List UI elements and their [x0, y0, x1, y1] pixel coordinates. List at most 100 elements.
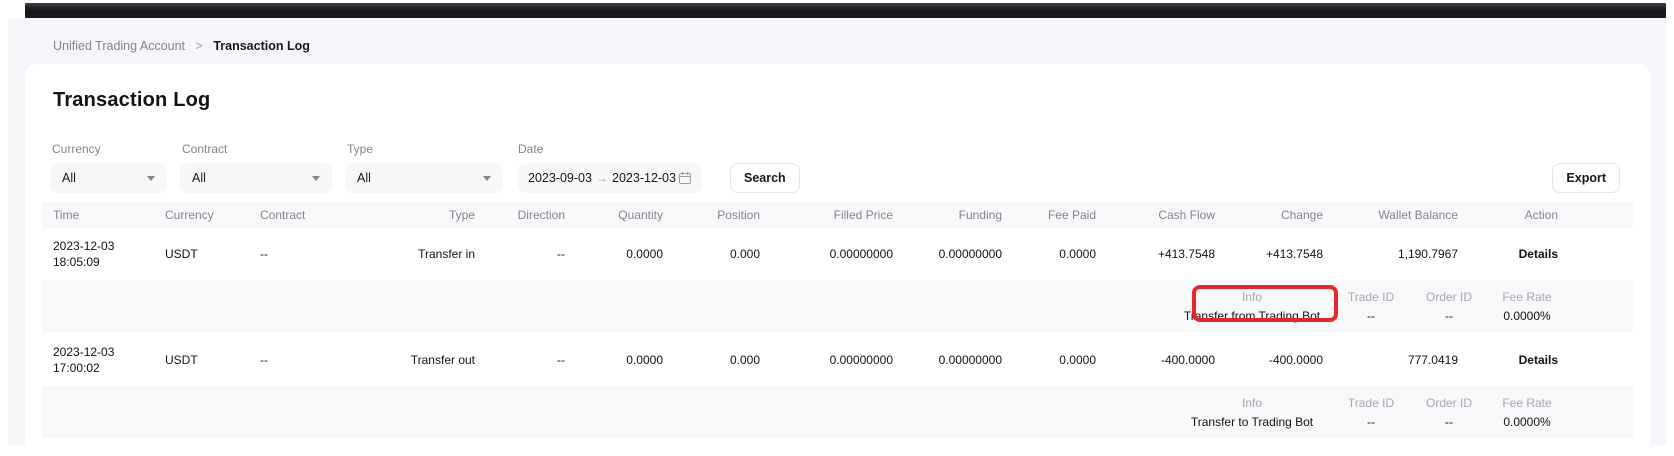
cell-direction: --	[475, 246, 565, 262]
cell-position: 0.000	[663, 352, 760, 368]
cell-contract: --	[260, 246, 360, 262]
breadcrumb: Unified Trading Account > Transaction Lo…	[53, 39, 310, 53]
info-label: Fee Rate	[1488, 396, 1566, 410]
chevron-down-icon	[312, 176, 320, 181]
info-label: Fee Rate	[1488, 290, 1566, 304]
info-col-trade-id: Trade ID --	[1332, 396, 1410, 429]
info-label: Trade ID	[1332, 290, 1410, 304]
column-header-contract: Contract	[260, 208, 360, 222]
cell-cash_flow: +413.7548	[1096, 246, 1215, 262]
cell-change: -400.0000	[1215, 352, 1323, 368]
cell-quantity: 0.0000	[565, 246, 663, 262]
table-row: 2023-12-0317:00:02USDT--Transfer out--0.…	[42, 334, 1633, 386]
export-button[interactable]: Export	[1552, 163, 1620, 193]
chevron-down-icon	[147, 176, 155, 181]
currency-filter: Currency All	[50, 142, 167, 193]
cell-type: Transfer out	[360, 352, 475, 368]
arrow-right-icon: →	[596, 171, 608, 185]
cell-position: 0.000	[663, 246, 760, 262]
cell-funding: 0.00000000	[893, 246, 1002, 262]
column-header-action: Action	[1458, 208, 1633, 222]
cell-time: 2023-12-0317:00:02	[42, 344, 165, 376]
type-filter-label: Type	[345, 142, 503, 156]
info-col-fee-rate: Fee Rate 0.0000%	[1488, 290, 1566, 323]
transaction-table: TimeCurrencyContractTypeDirectionQuantit…	[42, 202, 1633, 438]
contract-filter: Contract All	[180, 142, 332, 193]
date-start-value: 2023-09-03	[528, 171, 592, 185]
cell-contract: --	[260, 352, 360, 368]
info-label: Trade ID	[1332, 396, 1410, 410]
column-header-position: Position	[663, 208, 760, 222]
calendar-icon	[678, 171, 692, 185]
cell-action[interactable]: Details	[1458, 352, 1633, 368]
column-header-filled_price: Filled Price	[760, 208, 893, 222]
info-row: InfoTransfer from Trading BotTrade ID--O…	[42, 280, 1633, 332]
currency-filter-label: Currency	[50, 142, 167, 156]
column-header-currency: Currency	[165, 208, 260, 222]
table-header-row: TimeCurrencyContractTypeDirectionQuantit…	[42, 202, 1633, 228]
type-filter: Type All	[345, 142, 503, 193]
column-header-direction: Direction	[475, 208, 565, 222]
info-value: Transfer to Trading Bot	[1172, 415, 1332, 429]
page-title: Transaction Log	[53, 88, 1622, 112]
breadcrumb-separator-icon: >	[196, 39, 203, 53]
info-value: --	[1410, 415, 1488, 429]
cell-time: 2023-12-0318:05:09	[42, 238, 165, 270]
cell-currency: USDT	[165, 246, 260, 262]
contract-select-value: All	[192, 171, 206, 185]
info-col-order-id: Order ID --	[1410, 396, 1488, 429]
contract-filter-label: Contract	[180, 142, 332, 156]
info-label: Order ID	[1410, 396, 1488, 410]
table-row: 2023-12-0318:05:09USDT--Transfer in--0.0…	[42, 228, 1633, 280]
breadcrumb-parent-link[interactable]: Unified Trading Account	[53, 39, 185, 53]
cell-wallet_balance: 1,190.7967	[1323, 246, 1458, 262]
table-body: 2023-12-0318:05:09USDT--Transfer in--0.0…	[42, 228, 1633, 438]
info-row: InfoTransfer to Trading BotTrade ID--Ord…	[42, 386, 1633, 438]
info-col-order-id: Order ID --	[1410, 290, 1488, 323]
column-header-cash_flow: Cash Flow	[1096, 208, 1215, 222]
info-col-fee-rate: Fee Rate 0.0000%	[1488, 396, 1566, 429]
cell-filled_price: 0.00000000	[760, 246, 893, 262]
column-header-change: Change	[1215, 208, 1323, 222]
cell-quantity: 0.0000	[565, 352, 663, 368]
top-bar	[25, 3, 1666, 18]
cell-direction: --	[475, 352, 565, 368]
column-header-fee_paid: Fee Paid	[1002, 208, 1096, 222]
cell-fee_paid: 0.0000	[1002, 246, 1096, 262]
date-filter-label: Date	[516, 142, 702, 156]
cell-fee_paid: 0.0000	[1002, 352, 1096, 368]
column-header-wallet_balance: Wallet Balance	[1323, 208, 1458, 222]
column-header-quantity: Quantity	[565, 208, 663, 222]
cell-type: Transfer in	[360, 246, 475, 262]
info-value: --	[1410, 309, 1488, 323]
currency-select[interactable]: All	[50, 163, 167, 193]
type-select[interactable]: All	[345, 163, 503, 193]
cell-action[interactable]: Details	[1458, 246, 1633, 262]
info-label: Order ID	[1410, 290, 1488, 304]
cell-filled_price: 0.00000000	[760, 352, 893, 368]
info-col-trade-id: Trade ID --	[1332, 290, 1410, 323]
date-end-value: 2023-12-03	[612, 171, 676, 185]
date-filter: Date 2023-09-03 → 2023-12-03	[516, 142, 702, 193]
column-header-time: Time	[42, 208, 165, 222]
cell-currency: USDT	[165, 352, 260, 368]
chevron-down-icon	[483, 176, 491, 181]
cell-funding: 0.00000000	[893, 352, 1002, 368]
cell-wallet_balance: 777.0419	[1323, 352, 1458, 368]
info-col-info: InfoTransfer to Trading Bot	[1172, 396, 1332, 429]
cell-cash_flow: -400.0000	[1096, 352, 1215, 368]
date-range-picker[interactable]: 2023-09-03 → 2023-12-03	[518, 163, 702, 193]
contract-select[interactable]: All	[180, 163, 332, 193]
annotation-box	[1192, 285, 1338, 322]
column-header-funding: Funding	[893, 208, 1002, 222]
info-value: 0.0000%	[1488, 415, 1566, 429]
column-header-type: Type	[360, 208, 475, 222]
search-button[interactable]: Search	[730, 163, 800, 193]
filters-bar: Currency All Contract All Type All Date …	[50, 142, 1622, 193]
currency-select-value: All	[62, 171, 76, 185]
type-select-value: All	[357, 171, 371, 185]
info-value: --	[1332, 415, 1410, 429]
info-value: 0.0000%	[1488, 309, 1566, 323]
breadcrumb-current: Transaction Log	[213, 39, 310, 53]
info-value: --	[1332, 309, 1410, 323]
